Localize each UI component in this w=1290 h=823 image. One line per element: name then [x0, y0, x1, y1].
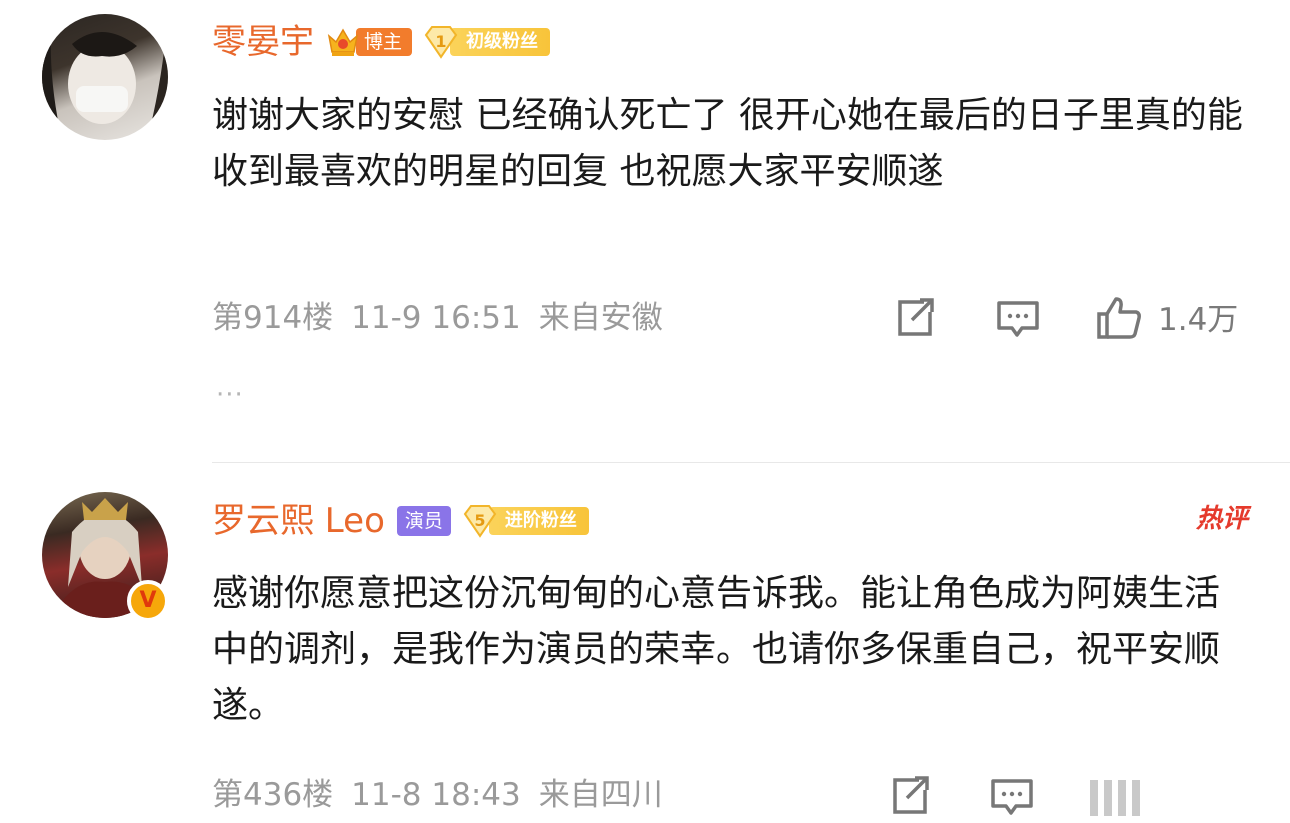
- floor-number: 第914楼: [212, 300, 334, 336]
- avatar[interactable]: [42, 14, 168, 140]
- svg-text:1: 1: [435, 32, 446, 51]
- username[interactable]: 罗云熙 Leo: [212, 498, 385, 544]
- comment-time: 11-8 18:43: [351, 777, 521, 813]
- avatar-image: [42, 14, 168, 140]
- fan-badge[interactable]: 1 初级粉丝: [422, 25, 551, 59]
- comment-meta: 第914楼 11-9 16:51 来自安徽: [212, 296, 681, 340]
- comment-item: 零晏宇 博主 1 初级粉丝 谢谢大家的安慰 已经确认死亡了 很开心她在最后的日子…: [0, 0, 1290, 462]
- more-replies[interactable]: ···: [216, 380, 244, 410]
- fan-gem-icon: 5: [461, 504, 499, 538]
- verified-icon: V: [127, 580, 169, 622]
- watermark-bar: [1118, 780, 1126, 816]
- hot-comment-badge: 热评: [1195, 504, 1248, 534]
- comment-icon[interactable]: [990, 778, 1034, 820]
- watermark-bar: [1090, 780, 1098, 816]
- blogger-badge[interactable]: 博主: [326, 26, 413, 58]
- share-icon[interactable]: [889, 776, 931, 820]
- comment-location: 来自安徽: [538, 300, 663, 336]
- crown-icon: [326, 26, 360, 58]
- comment-header: 罗云熙 Leo 演员 5 进阶粉丝: [212, 498, 589, 544]
- floor-number: 第436楼: [212, 777, 334, 813]
- watermark-bar: [1104, 780, 1112, 816]
- comment-item: V 罗云熙 Leo 演员 5 进阶粉丝 热评 感谢你愿意把这份沉甸甸的心意告诉我…: [0, 462, 1290, 823]
- fan-badge-label: 进阶粉丝: [488, 507, 589, 535]
- watermark-overlay: [1040, 762, 1290, 823]
- fan-badge-label: 初级粉丝: [450, 28, 551, 56]
- svg-text:5: 5: [474, 511, 485, 530]
- like-icon[interactable]: [1096, 296, 1142, 344]
- watermark-bars: [1090, 780, 1146, 816]
- comment-icon[interactable]: [996, 300, 1040, 342]
- comment-text: 谢谢大家的安慰 已经确认死亡了 很开心她在最后的日子里真的能收到最喜欢的明星的回…: [212, 95, 1243, 192]
- like-count: 1.4万: [1158, 302, 1239, 338]
- comment-location: 来自四川: [538, 777, 663, 813]
- share-icon[interactable]: [894, 298, 936, 342]
- comment-text: 感谢你愿意把这份沉甸甸的心意告诉我。能让角色成为阿姨生活中的调剂，是我作为演员的…: [212, 573, 1221, 726]
- comment-time: 11-9 16:51: [351, 300, 521, 336]
- username[interactable]: 零晏宇: [212, 19, 314, 65]
- actor-badge[interactable]: 演员: [396, 506, 451, 536]
- fan-badge[interactable]: 5 进阶粉丝: [461, 504, 589, 538]
- fan-gem-icon: 1: [422, 25, 460, 59]
- blogger-badge-label: 博主: [356, 28, 413, 56]
- comment-meta: 第436楼 11-8 18:43 来自四川: [212, 773, 681, 817]
- divider: [212, 462, 1290, 463]
- watermark-bar: [1132, 780, 1140, 816]
- comment-header: 零晏宇 博主 1 初级粉丝: [212, 19, 551, 65]
